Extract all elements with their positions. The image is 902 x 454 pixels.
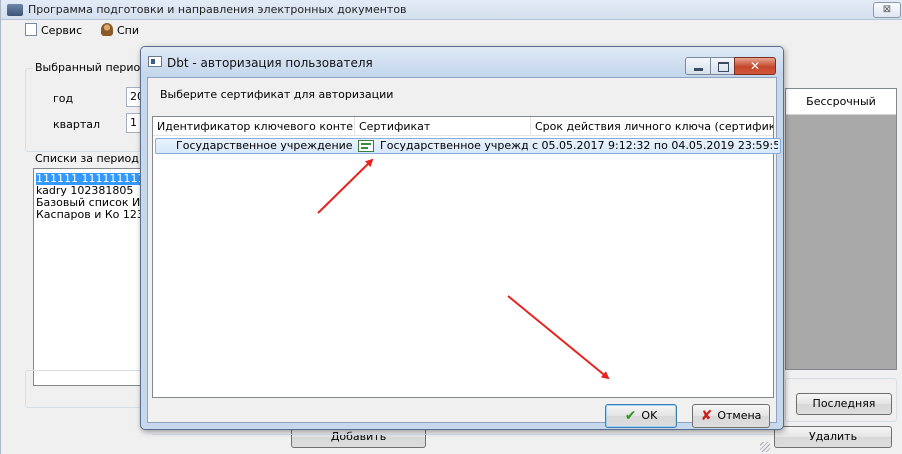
user-icon [101, 23, 113, 36]
grid-column-header[interactable]: Бессрочный [786, 89, 896, 115]
menu-servis-label: Сервис [41, 24, 83, 37]
dialog-status-bar [152, 434, 774, 454]
bottom-groupbox [25, 370, 145, 408]
maximize-button[interactable] [710, 57, 735, 75]
column-header-container[interactable]: Идентификатор ключевого контей... [153, 117, 355, 136]
column-header-certificate[interactable]: Сертификат [355, 117, 531, 136]
dialog-title: Dbt - авторизация пользователя [167, 56, 373, 70]
cell-container: Государственное учреждение "... [176, 139, 354, 152]
minimize-button[interactable] [685, 57, 711, 75]
dialog-body: Выберите сертификат для авторизации Иден… [147, 77, 781, 452]
documents-grid[interactable]: Бессрочный [785, 88, 897, 370]
cell-expiry: с 05.05.2017 9:12:32 по 04.05.2019 23:59… [532, 139, 778, 152]
menu-lists-label: Спи [117, 24, 140, 37]
list-item[interactable]: Каспаров и Ко 1232 [36, 209, 151, 221]
cancel-button[interactable]: ✘ Отмена [692, 404, 770, 428]
period-group-label: Выбранный период [33, 61, 150, 74]
main-title-bar: Программа подготовки и направления элект… [1, 0, 902, 20]
period-groupbox [25, 68, 145, 152]
menu-lists[interactable]: Спи [101, 23, 139, 39]
main-close-button[interactable]: ⊠ [873, 2, 901, 18]
window-icon [148, 56, 162, 67]
checkmark-icon: ✔ [624, 408, 637, 424]
app-icon [7, 4, 23, 16]
lists-group-label: Списки за период [33, 152, 141, 165]
column-header-expiry[interactable]: Срок действия личного ключа (сертификата… [531, 117, 773, 136]
delete-button[interactable]: Удалить [774, 426, 892, 448]
ok-button-label: OK [641, 409, 658, 422]
cross-icon: ✘ [700, 408, 713, 424]
year-label: год [53, 92, 74, 105]
certificate-icon [358, 140, 374, 152]
menu-bar: Сервис Спи [1, 20, 902, 42]
last-button[interactable]: Последняя [796, 393, 892, 415]
dialog-title-bar[interactable]: Dbt - авторизация пользователя ✕ [141, 47, 783, 77]
dialog-close-button[interactable]: ✕ [734, 57, 776, 75]
ok-button[interactable]: ✔ OK [605, 404, 677, 428]
menu-servis[interactable]: Сервис [25, 23, 82, 39]
certificate-list-header: Идентификатор ключевого контей... Сертиф… [153, 117, 773, 136]
main-window-title: Программа подготовки и направления элект… [28, 3, 407, 16]
cancel-button-label: Отмена [717, 409, 762, 422]
resize-grip-icon[interactable] [760, 442, 770, 452]
lists-listbox[interactable]: 111111 111111111 kadry 102381805 Базовый… [33, 168, 151, 386]
dialog-prompt: Выберите сертификат для авторизации [160, 88, 394, 101]
cell-certificate: Государственное учрежд... [380, 139, 528, 152]
certificate-list[interactable]: Идентификатор ключевого контей... Сертиф… [152, 116, 781, 398]
auth-dialog: Dbt - авторизация пользователя ✕ Выберит… [140, 46, 784, 452]
document-icon [25, 23, 37, 36]
quarter-label: квартал [53, 118, 101, 131]
certificate-row[interactable]: Государственное учреждение "... Государс… [155, 138, 781, 154]
